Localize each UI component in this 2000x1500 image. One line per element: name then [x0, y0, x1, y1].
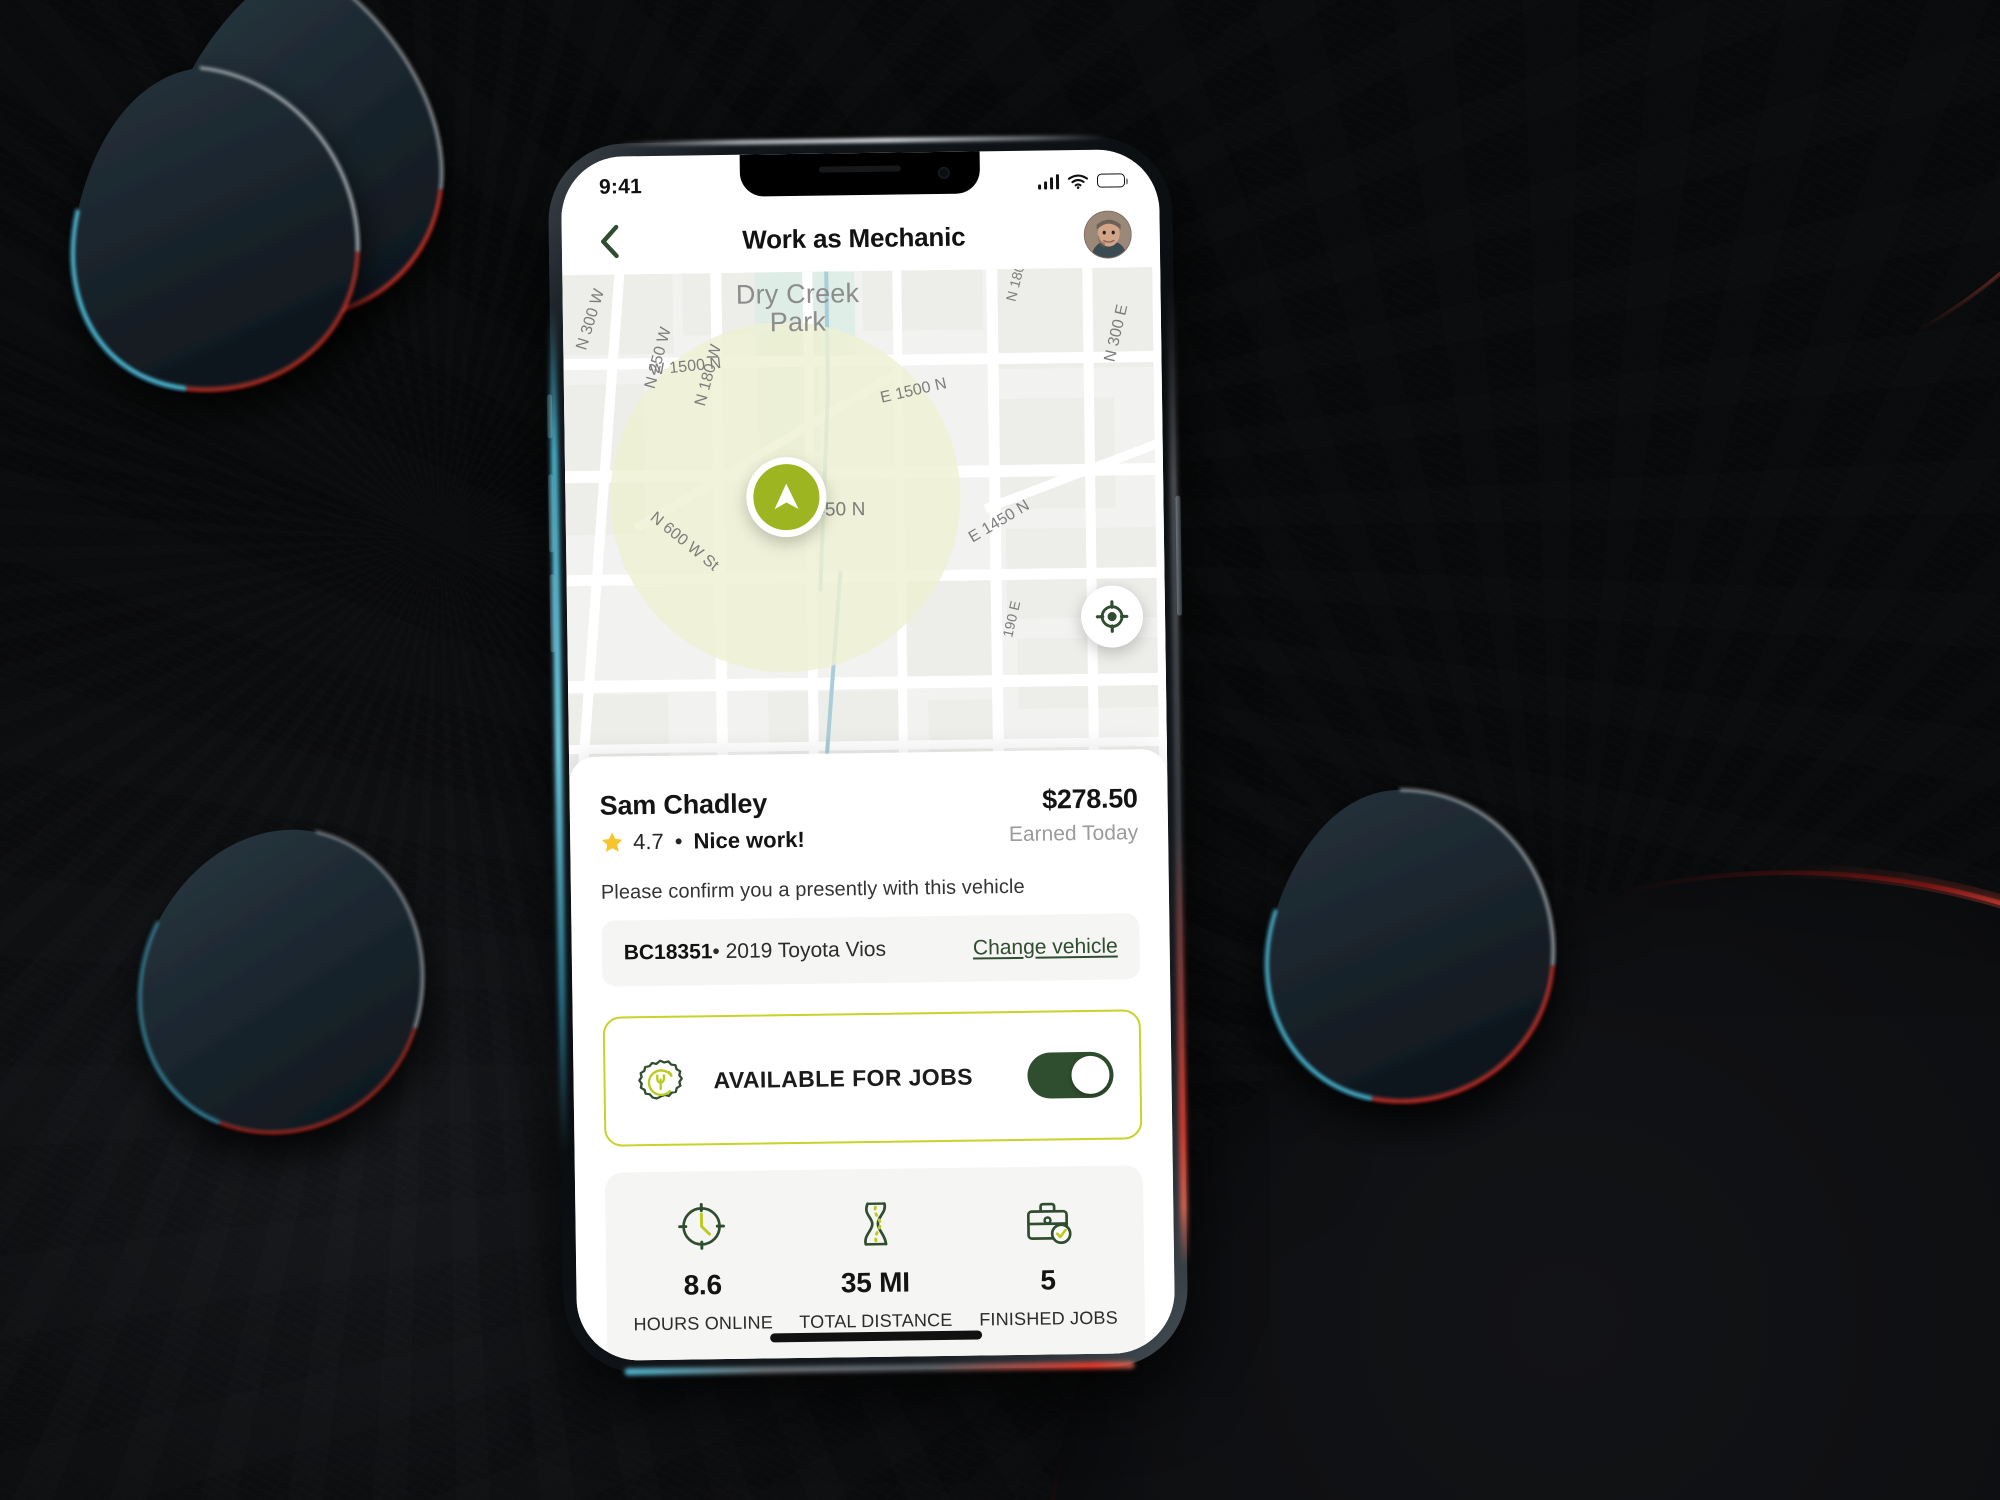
- status-icons: [1037, 173, 1126, 190]
- stat-value: 5: [1040, 1264, 1056, 1296]
- status-time: 9:41: [598, 175, 643, 199]
- briefcase-check-icon: [1020, 1192, 1075, 1251]
- front-camera: [937, 166, 950, 179]
- profile-rating-row: 4.7 • Nice work!: [600, 827, 805, 856]
- availability-label: AVAILABLE FOR JOBS: [713, 1063, 974, 1093]
- stat-hours-online: 8.6 HOURS ONLINE: [615, 1196, 790, 1335]
- stat-total-distance: 35 MI TOTAL DISTANCE: [788, 1194, 963, 1333]
- crosshair-locate-icon: [1095, 600, 1129, 633]
- phone-bezel: Dry Creek Park N 300 W W 1500 N N 250 W …: [560, 148, 1176, 1362]
- earpiece-speaker: [818, 165, 901, 173]
- stat-finished-jobs: 5 FINISHED JOBS: [960, 1191, 1135, 1330]
- stat-value: 8.6: [683, 1269, 723, 1301]
- earned-label: Earned Today: [1008, 821, 1139, 847]
- rating-separator: •: [674, 828, 683, 854]
- navigation-bar: Work as Mechanic: [561, 200, 1161, 276]
- change-vehicle-link[interactable]: Change vehicle: [973, 935, 1118, 961]
- vehicle-plate: BC18351: [623, 940, 713, 965]
- page-title: Work as Mechanic: [741, 221, 966, 255]
- phone-notch: [739, 151, 981, 197]
- vehicle-description: 2019 Toyota Vios: [725, 937, 887, 964]
- map-park-label: Dry Creek Park: [735, 278, 860, 338]
- phone-screen: Dry Creek Park N 300 W W 1500 N N 250 W …: [560, 148, 1176, 1362]
- wifi-icon: [1067, 173, 1089, 189]
- gear-wrench-icon: [638, 1059, 683, 1100]
- vehicle-row[interactable]: BC18351• 2019 Toyota Vios Change vehicle: [601, 913, 1141, 987]
- phone-frame: Dry Creek Park N 300 W W 1500 N N 250 W …: [546, 134, 1189, 1376]
- road-icon: [847, 1195, 902, 1254]
- earned-amount: $278.50: [1041, 783, 1138, 815]
- toggle-knob: [1071, 1055, 1110, 1095]
- vehicle-separator: •: [712, 940, 720, 964]
- avatar-image: [1084, 211, 1133, 259]
- cellular-bars-icon: [1037, 173, 1060, 190]
- map-street-label: 190 E: [999, 599, 1024, 639]
- profile-left: Sam Chadley 4.7 • Nice work!: [599, 788, 804, 856]
- profile-summary: Sam Chadley 4.7 • Nice work! $278.50 Ear…: [599, 783, 1138, 856]
- earnings-block: $278.50 Earned Today: [1008, 783, 1139, 847]
- availability-card[interactable]: AVAILABLE FOR JOBS: [602, 1009, 1143, 1147]
- stat-label: HOURS ONLINE: [633, 1312, 774, 1335]
- bottom-sheet: Sam Chadley 4.7 • Nice work! $278.50 Ear…: [569, 748, 1176, 1362]
- stat-label: FINISHED JOBS: [979, 1307, 1119, 1330]
- battery-icon: [1096, 173, 1126, 188]
- chevron-left-icon: [601, 224, 619, 259]
- rating-compliment: Nice work!: [693, 826, 805, 854]
- clock-icon: [674, 1197, 729, 1256]
- guitar-pick: [138, 829, 423, 1134]
- availability-toggle[interactable]: [1027, 1051, 1114, 1099]
- avatar[interactable]: [1083, 210, 1133, 259]
- rating-value: 4.7: [633, 828, 664, 855]
- profile-name: Sam Chadley: [599, 788, 768, 821]
- phone-mockup: Dry Creek Park N 300 W W 1500 N N 250 W …: [546, 134, 1189, 1376]
- stat-label: TOTAL DISTANCE: [799, 1309, 953, 1333]
- guitar-pick: [1265, 788, 1554, 1103]
- vehicle-confirm-text: Please confirm you a presently with this…: [600, 875, 1025, 904]
- vehicle-info: BC18351• 2019 Toyota Vios: [624, 938, 887, 966]
- navigation-arrow-icon: [774, 483, 799, 510]
- stat-value: 35 MI: [840, 1266, 911, 1299]
- map-view[interactable]: Dry Creek Park N 300 W W 1500 N N 250 W …: [562, 266, 1168, 776]
- star-icon: [601, 832, 623, 852]
